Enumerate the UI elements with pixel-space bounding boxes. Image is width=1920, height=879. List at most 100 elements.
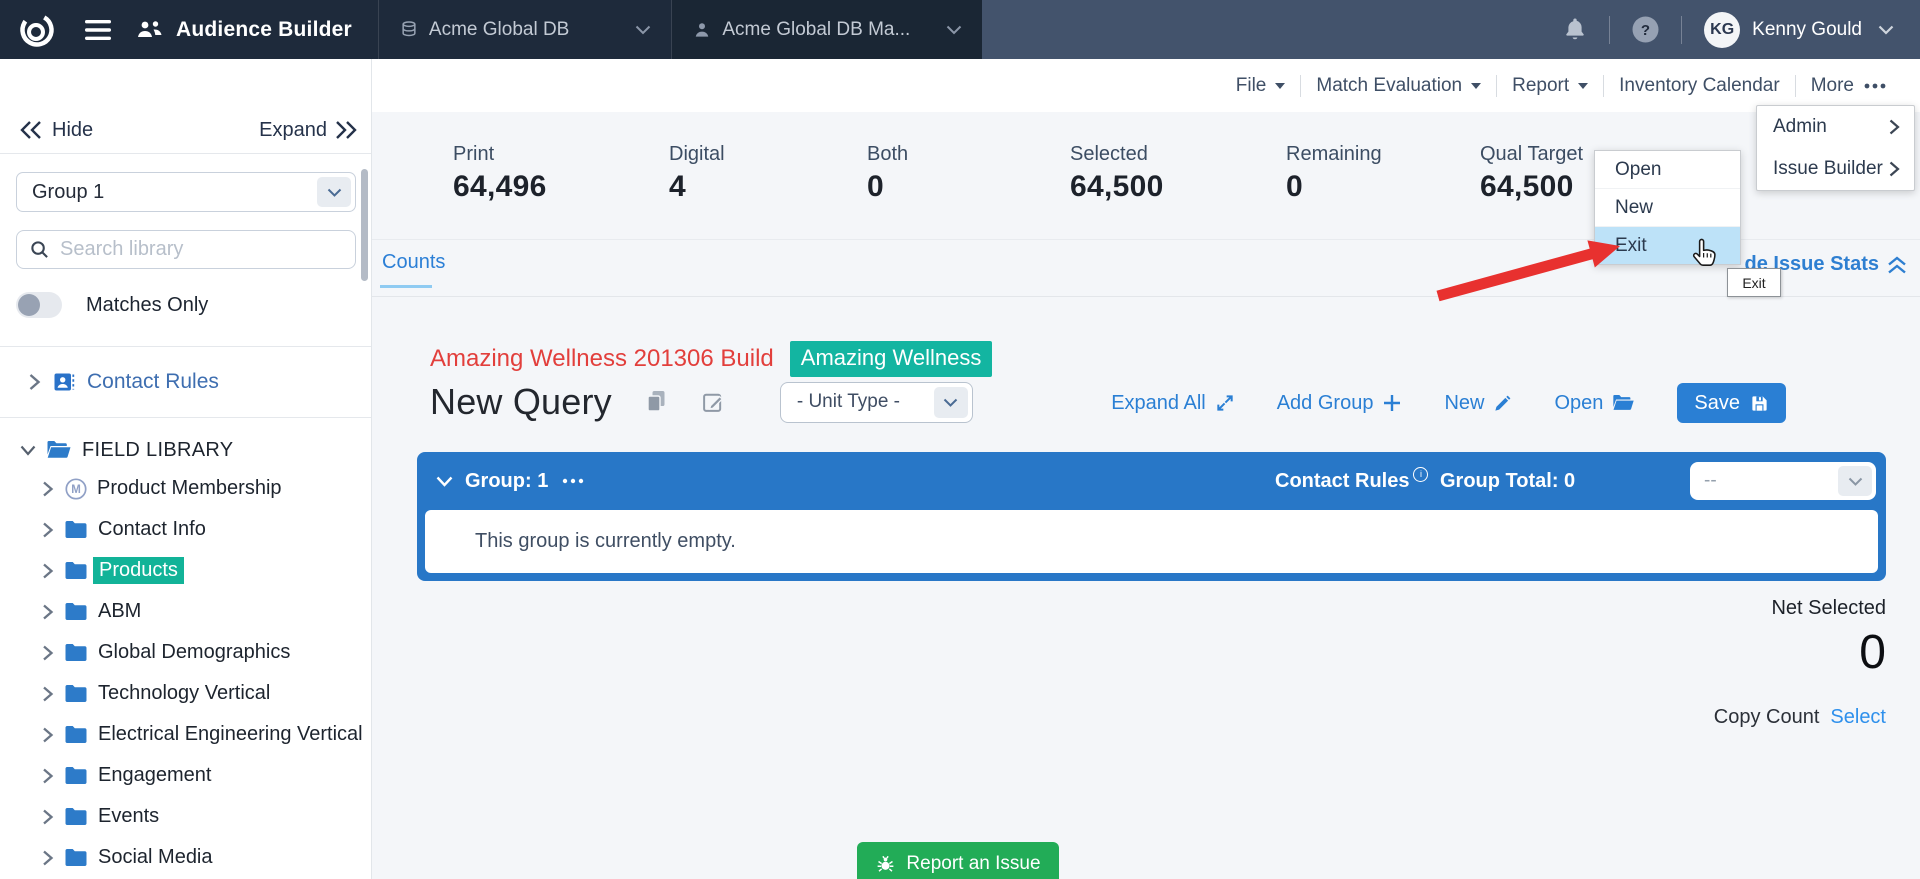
expand-all-button[interactable]: Expand All xyxy=(1111,392,1235,415)
matches-only-toggle[interactable] xyxy=(16,292,62,318)
new-query-button[interactable]: New xyxy=(1444,392,1512,415)
matches-only-row: Matches Only xyxy=(0,292,371,318)
m-circle-icon: M xyxy=(64,477,88,501)
app-logo[interactable] xyxy=(0,0,74,59)
add-group-button[interactable]: Add Group xyxy=(1277,392,1403,415)
ellipsis-icon[interactable] xyxy=(562,478,586,484)
group-total: Group Total: 0 xyxy=(1440,470,1575,493)
tree-item-label: Engagement xyxy=(98,764,211,787)
contact-card-icon xyxy=(52,370,76,394)
tree-item-label: Products xyxy=(93,557,184,584)
field-library-node[interactable]: FIELD LIBRARY xyxy=(0,431,371,469)
help-icon[interactable]: ? xyxy=(1632,16,1659,43)
more-menu-item-issue-builder[interactable]: Issue Builder xyxy=(1757,148,1914,190)
hide-button[interactable]: Hide xyxy=(20,119,93,142)
chevron-right-icon xyxy=(1889,119,1900,135)
sidebar-contact-rules[interactable]: Contact Rules xyxy=(0,363,371,401)
save-icon xyxy=(1750,394,1769,413)
sidebar-divider xyxy=(0,417,371,418)
edit-icon[interactable] xyxy=(701,390,726,415)
group-select-value: Group 1 xyxy=(17,181,104,204)
tree-item-contact-info[interactable]: Contact Info xyxy=(0,509,371,550)
info-icon: i xyxy=(1413,467,1428,482)
map-selector[interactable]: Acme Global DB Ma... xyxy=(672,0,982,59)
group-title: Group: 1 xyxy=(465,470,548,493)
tree-item-technology-vertical[interactable]: Technology Vertical xyxy=(0,673,371,714)
tree-item-label: Product Membership xyxy=(97,477,282,500)
folder-icon xyxy=(64,765,89,786)
caret-down-icon xyxy=(1471,83,1481,89)
chevron-right-icon xyxy=(42,850,54,866)
bell-icon[interactable] xyxy=(1563,17,1587,43)
tree-item-social-media[interactable]: Social Media xyxy=(0,837,371,878)
map-selector-value: Acme Global DB Ma... xyxy=(722,19,910,41)
menu-bar: FileMatch EvaluationReportInventory Cale… xyxy=(372,59,1920,112)
copy-count-select-link[interactable]: Select xyxy=(1830,706,1886,729)
tree-item-abm[interactable]: ABM xyxy=(0,591,371,632)
menu-item-label: Admin xyxy=(1773,116,1827,138)
search-input[interactable] xyxy=(58,237,312,262)
group-empty-card: This group is currently empty. xyxy=(425,510,1878,573)
chevron-down-icon[interactable] xyxy=(1878,25,1894,35)
tree-item-engagement[interactable]: Engagement xyxy=(0,755,371,796)
stat-value: 0 xyxy=(867,170,908,204)
tree-item-label: Social Media xyxy=(98,846,213,869)
top-navbar: Audience Builder Acme Global DB Acme Glo… xyxy=(0,0,1920,59)
expand-label: Expand xyxy=(259,119,327,142)
chevron-down-icon xyxy=(20,445,36,456)
svg-text:M: M xyxy=(71,484,81,496)
hamburger-menu-button[interactable] xyxy=(74,0,122,59)
open-query-button[interactable]: Open xyxy=(1554,392,1635,415)
group-select[interactable]: Group 1 xyxy=(16,172,356,212)
more-menu-item-admin[interactable]: Admin xyxy=(1757,106,1914,148)
tree-item-product-membership[interactable]: M Product Membership xyxy=(0,468,371,509)
tree-item-products[interactable]: Products xyxy=(0,550,371,591)
tree-item-events[interactable]: Events xyxy=(0,796,371,837)
user-avatar[interactable]: KG xyxy=(1704,12,1740,48)
menu-more[interactable]: More xyxy=(1796,75,1902,97)
tree-item-label: ABM xyxy=(98,600,141,623)
svg-text:?: ? xyxy=(1641,22,1650,39)
file-menu-item-new[interactable]: New xyxy=(1595,189,1740,227)
toggle-knob xyxy=(18,294,40,316)
group-contact-rules-link[interactable]: Contact Rules i xyxy=(1275,470,1428,493)
menu-match-evaluation[interactable]: Match Evaluation xyxy=(1301,75,1496,97)
save-button[interactable]: Save xyxy=(1677,383,1786,423)
menu-inventory-calendar[interactable]: Inventory Calendar xyxy=(1604,75,1795,97)
expand-button[interactable]: Expand xyxy=(249,119,357,142)
menu-file[interactable]: File xyxy=(1221,75,1301,97)
chevron-down-icon[interactable] xyxy=(436,476,453,487)
menu-report[interactable]: Report xyxy=(1497,75,1603,97)
group-operator-select[interactable]: -- xyxy=(1690,462,1876,500)
tree-item-electrical-engineering-vertical[interactable]: Electrical Engineering Vertical xyxy=(0,714,371,755)
search-icon xyxy=(30,240,49,259)
tab-counts[interactable]: Counts xyxy=(382,251,445,274)
sidebar-scrollbar[interactable] xyxy=(361,169,368,281)
stat-value: 0 xyxy=(1286,170,1382,204)
new-label: New xyxy=(1444,392,1484,415)
unit-type-value: - Unit Type - xyxy=(781,391,900,413)
chevron-right-icon xyxy=(42,727,54,743)
chevron-right-icon xyxy=(42,686,54,702)
tree-item-global-demographics[interactable]: Global Demographics xyxy=(0,632,371,673)
menu-label: More xyxy=(1811,75,1854,97)
file-menu-item-exit[interactable]: Exit xyxy=(1595,227,1740,264)
bug-icon xyxy=(875,854,896,875)
save-label: Save xyxy=(1694,392,1740,415)
folder-icon xyxy=(64,724,89,745)
chevron-down-icon xyxy=(1838,466,1872,496)
report-issue-button[interactable]: Report an Issue xyxy=(857,842,1059,879)
folder-icon xyxy=(64,642,89,663)
unit-type-select[interactable]: - Unit Type - xyxy=(780,382,973,423)
copy-icon[interactable] xyxy=(644,389,669,415)
tree-item-label: Technology Vertical xyxy=(98,682,270,705)
hide-label: Hide xyxy=(52,119,93,142)
group-empty-text: This group is currently empty. xyxy=(475,530,736,553)
matches-only-label: Matches Only xyxy=(86,294,208,317)
net-selected-value: 0 xyxy=(1714,626,1886,680)
chevron-down-icon xyxy=(934,387,968,418)
database-selector[interactable]: Acme Global DB xyxy=(379,0,671,59)
database-selector-value: Acme Global DB xyxy=(429,19,569,41)
file-menu-item-open[interactable]: Open xyxy=(1595,151,1740,189)
stat-value: 64,500 xyxy=(1070,170,1164,204)
